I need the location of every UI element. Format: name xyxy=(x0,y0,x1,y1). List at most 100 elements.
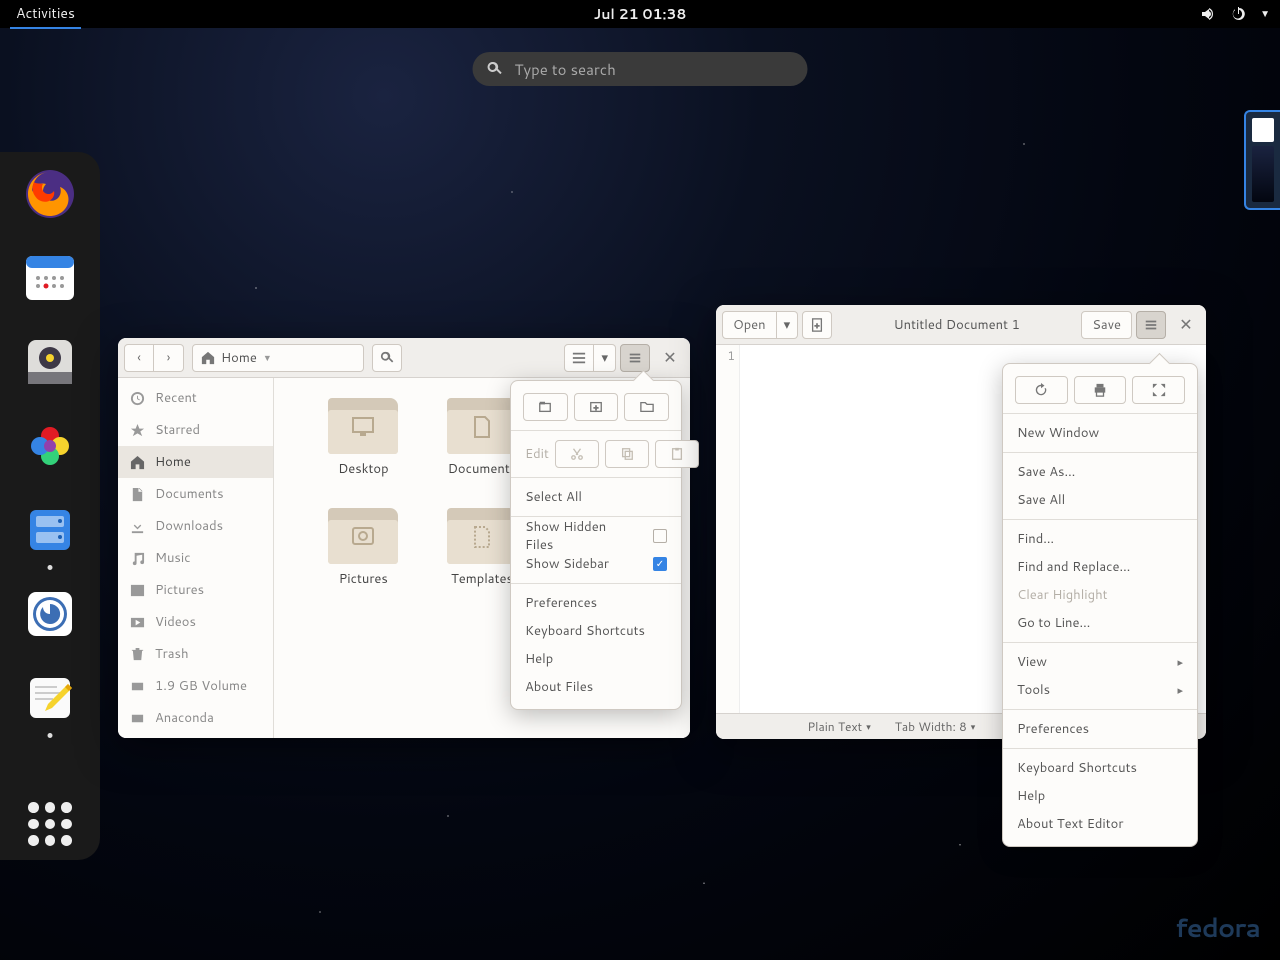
sidebar-item-starred[interactable]: Starred xyxy=(118,414,273,446)
dock-rhythmbox[interactable] xyxy=(22,334,78,390)
menu-save-all[interactable]: Save All xyxy=(1003,486,1197,514)
dock-files[interactable] xyxy=(22,502,78,558)
new-document-button[interactable] xyxy=(802,311,832,339)
fullscreen-button[interactable] xyxy=(1132,376,1185,404)
folder-desktop[interactable]: Desktop xyxy=(304,398,423,508)
sidebar-item-anaconda[interactable]: Anaconda xyxy=(118,702,273,734)
sidebar-item-1.9-gb-volume[interactable]: 1.9 GB Volume xyxy=(118,670,273,702)
sidebar-item-label: Starred xyxy=(155,421,200,439)
overview-search[interactable] xyxy=(473,52,808,86)
star-icon xyxy=(130,423,145,438)
menu-help[interactable]: Help xyxy=(1003,782,1197,810)
dock-calendar[interactable] xyxy=(22,250,78,306)
sidebar-item-documents[interactable]: Documents xyxy=(118,478,273,510)
menu-shortcuts[interactable]: Keyboard Shortcuts xyxy=(1003,754,1197,782)
sidebar-item-trash[interactable]: Trash xyxy=(118,638,273,670)
view-toggle-button[interactable] xyxy=(564,344,594,372)
sidebar-item-home[interactable]: Home xyxy=(118,446,273,478)
open-recent-button[interactable]: ▾ xyxy=(777,311,799,339)
sidebar-item-label: Music xyxy=(155,549,191,567)
status-language[interactable]: Plain Text xyxy=(807,718,870,735)
volume-icon xyxy=(1200,6,1216,22)
reload-button[interactable] xyxy=(1015,376,1068,404)
dock-photos[interactable] xyxy=(22,418,78,474)
dock-text-editor[interactable] xyxy=(22,670,78,726)
save-button[interactable]: Save xyxy=(1081,311,1132,339)
drive-icon xyxy=(130,711,145,726)
menu-preferences[interactable]: Preferences xyxy=(511,589,681,617)
workspace-mini-bg xyxy=(1252,146,1274,202)
folder-icon xyxy=(447,398,517,454)
sidebar-item-videos[interactable]: Videos xyxy=(118,606,273,638)
hamburger-button[interactable] xyxy=(620,344,650,372)
forward-button[interactable]: › xyxy=(154,344,184,372)
search-input[interactable] xyxy=(515,59,794,80)
folder-label: Pictures xyxy=(339,570,388,588)
gedit-window[interactable]: Open ▾ Untitled Document 1 Save ✕ 1 New … xyxy=(716,305,1206,739)
sidebar-item-downloads[interactable]: Downloads xyxy=(118,510,273,542)
new-window-icon xyxy=(589,400,603,414)
cut-button[interactable] xyxy=(555,440,599,468)
music-icon xyxy=(130,551,145,566)
menu-shortcuts[interactable]: Keyboard Shortcuts xyxy=(511,617,681,645)
menu-select-all[interactable]: Select All xyxy=(511,483,681,511)
new-tab-button[interactable] xyxy=(523,393,568,421)
show-apps-button[interactable] xyxy=(28,802,72,846)
menu-about[interactable]: About Files xyxy=(511,673,681,701)
location-bar[interactable]: Home ▼ xyxy=(192,344,364,372)
sidebar-item-label: Anaconda xyxy=(155,709,214,727)
menu-goto-line[interactable]: Go to Line… xyxy=(1003,609,1197,637)
menu-about[interactable]: About Text Editor xyxy=(1003,810,1197,838)
close-button[interactable]: ✕ xyxy=(656,344,684,372)
menu-save-as[interactable]: Save As… xyxy=(1003,458,1197,486)
sidebar-item-label: Pictures xyxy=(155,581,204,599)
close-button[interactable]: ✕ xyxy=(1172,311,1200,339)
print-button[interactable] xyxy=(1074,376,1127,404)
back-button[interactable]: ‹ xyxy=(124,344,154,372)
new-folder-button[interactable] xyxy=(624,393,669,421)
status-area[interactable]: ▼ xyxy=(1200,6,1270,22)
new-doc-icon xyxy=(810,318,824,332)
menu-clear-highlight[interactable]: Clear Highlight xyxy=(1003,581,1197,609)
hamburger-button[interactable] xyxy=(1136,311,1166,339)
workspace-thumbnail[interactable] xyxy=(1244,110,1280,210)
sidebar-item-pictures[interactable]: Pictures xyxy=(118,574,273,606)
paste-button[interactable] xyxy=(655,440,699,468)
folder-pictures[interactable]: Pictures xyxy=(304,508,423,618)
menu-find-replace[interactable]: Find and Replace… xyxy=(1003,553,1197,581)
menu-tools[interactable]: Tools xyxy=(1003,676,1197,704)
fullscreen-icon xyxy=(1152,383,1166,397)
view-options-button[interactable]: ▾ xyxy=(594,344,616,372)
top-bar: Activities Jul 21 01:38 ▼ xyxy=(0,0,1280,28)
sidebar-item-recent[interactable]: Recent xyxy=(118,382,273,414)
clock[interactable]: Jul 21 01:38 xyxy=(594,4,687,24)
folder-label: Desktop xyxy=(338,460,389,478)
search-button[interactable] xyxy=(372,344,402,372)
activities-button[interactable]: Activities xyxy=(10,0,81,29)
menu-find[interactable]: Find… xyxy=(1003,525,1197,553)
open-button[interactable]: Open xyxy=(722,311,777,339)
fedora-logo: fedora xyxy=(1175,910,1260,946)
dock-anaconda[interactable] xyxy=(22,586,78,642)
files-titlebar[interactable]: ‹ › Home ▼ ▾ ✕ xyxy=(118,338,690,378)
status-tab-width[interactable]: Tab Width: 8 xyxy=(895,718,976,735)
menu-new-window[interactable]: New Window xyxy=(1003,419,1197,447)
doc-icon xyxy=(130,487,145,502)
menu-view[interactable]: View xyxy=(1003,648,1197,676)
sidebar-item-label: Trash xyxy=(155,645,189,663)
gedit-menu: New Window Save As… Save All Find… Find … xyxy=(1002,363,1198,847)
copy-icon xyxy=(620,447,634,461)
copy-button[interactable] xyxy=(605,440,649,468)
search-icon xyxy=(487,61,503,77)
sidebar-item-music[interactable]: Music xyxy=(118,542,273,574)
dock-firefox[interactable] xyxy=(22,166,78,222)
files-window[interactable]: ‹ › Home ▼ ▾ ✕ RecentStarredHomeDocument… xyxy=(118,338,690,738)
folder-label: Documents xyxy=(448,460,517,478)
menu-show-sidebar[interactable]: Show Sidebar xyxy=(511,550,681,578)
menu-preferences[interactable]: Preferences xyxy=(1003,715,1197,743)
menu-show-hidden[interactable]: Show Hidden Files xyxy=(511,522,681,550)
menu-help[interactable]: Help xyxy=(511,645,681,673)
reload-icon xyxy=(1034,383,1048,397)
new-window-button[interactable] xyxy=(574,393,619,421)
gedit-titlebar[interactable]: Open ▾ Untitled Document 1 Save ✕ xyxy=(716,305,1206,345)
